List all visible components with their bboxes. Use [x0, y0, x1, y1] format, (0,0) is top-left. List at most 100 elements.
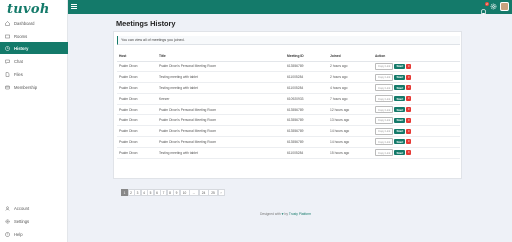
user-avatar[interactable]: [500, 2, 509, 11]
column-header-joined: Joined: [328, 52, 373, 62]
account-icon: [5, 206, 10, 211]
title-cell: Psalm Dixon's Personal Meeting Room: [157, 104, 285, 116]
info-alert: You can view all of meetings you joined.: [117, 36, 460, 45]
start-button[interactable]: Start: [394, 107, 406, 113]
page-button[interactable]: ›: [217, 189, 225, 196]
sidebar-item-membership[interactable]: Membership: [0, 81, 68, 93]
pagination: 1 2 3 4 5 6 7 8 9 10... 24 25 ›: [121, 189, 225, 196]
home-icon: [5, 20, 10, 26]
sidebar-item-chat[interactable]: Chat: [0, 55, 68, 67]
action-cell: Copy Link Start ×: [373, 93, 460, 105]
page-button[interactable]: 24: [198, 189, 209, 196]
copy-link-button[interactable]: Copy Link: [375, 62, 394, 70]
delete-button[interactable]: ×: [406, 74, 412, 80]
action-cell: Copy Link Start ×: [373, 136, 460, 148]
footer-prefix: Designed with: [260, 212, 281, 216]
title-cell: Psalm Dixon's Personal Meeting Room: [157, 136, 285, 148]
sidebar-item-label: Chat: [14, 58, 23, 64]
action-cell: Copy Link Start ×: [373, 147, 460, 159]
title-cell: Psalm Dixon's Personal Meeting Room: [157, 114, 285, 127]
notification-count-badge: 2: [485, 1, 489, 6]
page-button: ...: [189, 189, 199, 196]
delete-button[interactable]: ×: [406, 150, 412, 156]
start-button[interactable]: Start: [394, 96, 406, 102]
column-header-title: Title: [157, 52, 285, 62]
page-title: Meetings History: [116, 19, 176, 28]
settings-icon[interactable]: [490, 3, 497, 10]
host-cell: Psalm Dixon: [117, 61, 157, 73]
table-row: Psalm Dixon Psalm Dixon's Personal Meetin…: [117, 136, 460, 148]
page-button[interactable]: 10: [179, 189, 190, 196]
table-row: Psalm Dixon Testing meeting with tablet 61…: [117, 147, 460, 159]
meeting-id-cell: 613556789: [285, 125, 328, 138]
heart-icon: ♥: [281, 212, 284, 216]
meetings-table: Host Title Meeting ID Joined Action Psal…: [117, 52, 460, 159]
joined-cell: 4 hours ago: [328, 82, 373, 94]
sidebar-item-label: Files: [14, 71, 23, 77]
start-button[interactable]: Start: [394, 85, 406, 91]
title-cell: Psalm Dixon's Personal Meeting Room: [157, 125, 285, 138]
start-button[interactable]: Start: [394, 117, 406, 123]
table-row: Psalm Dixon Psalm Dixon's Personal Meetin…: [117, 114, 460, 127]
sidebar-item-account[interactable]: Account: [0, 202, 68, 214]
sidebar-item-history[interactable]: History: [0, 42, 68, 54]
start-button[interactable]: Start: [394, 63, 406, 69]
copy-link-button[interactable]: Copy Link: [375, 95, 394, 103]
sidebar-item-help[interactable]: ? Help: [0, 228, 68, 240]
joined-cell: 14 hours ago: [328, 125, 373, 138]
meeting-id-cell: 611005284: [285, 71, 328, 84]
membership-icon: [5, 85, 10, 89]
host-cell: Psalm Dixon: [117, 71, 157, 84]
action-cell: Copy Link Start ×: [373, 71, 460, 84]
copy-link-button[interactable]: Copy Link: [375, 149, 394, 157]
app-logo[interactable]: tuvoh: [7, 2, 50, 17]
start-button[interactable]: Start: [394, 139, 406, 145]
delete-button[interactable]: ×: [406, 63, 412, 69]
notification-bell-icon[interactable]: 2: [480, 1, 489, 14]
delete-button[interactable]: ×: [406, 117, 412, 123]
delete-button[interactable]: ×: [406, 139, 412, 145]
sidebar-item-label: Settings: [14, 218, 30, 224]
files-icon: [5, 71, 10, 77]
host-cell: Psalm Dixon: [117, 93, 157, 105]
copy-link-button[interactable]: Copy Link: [375, 116, 394, 124]
footer-brand-link[interactable]: Trusty Platform: [289, 212, 311, 216]
copy-link-button[interactable]: Copy Link: [375, 73, 394, 81]
page-button[interactable]: 25: [208, 189, 218, 196]
host-cell: Psalm Dixon: [117, 114, 157, 127]
start-button[interactable]: Start: [394, 150, 406, 156]
sidebar-item-rooms[interactable]: Rooms: [0, 30, 68, 42]
joined-cell: 2 hours ago: [328, 71, 373, 84]
host-cell: Psalm Dixon: [117, 147, 157, 159]
sidebar-item-settings[interactable]: Settings: [0, 215, 68, 227]
joined-cell: 7 hours ago: [328, 93, 373, 105]
top-bar-actions: 2: [480, 1, 509, 14]
sidebar-item-files[interactable]: Files: [0, 68, 68, 80]
copy-link-button[interactable]: Copy Link: [375, 84, 394, 92]
delete-button[interactable]: ×: [406, 128, 412, 134]
sidebar-item-dashboard[interactable]: Dashboard: [0, 17, 68, 29]
delete-button[interactable]: ×: [406, 85, 412, 91]
help-icon: ?: [5, 231, 10, 237]
table-row: Psalm Dixon Psalm Dixon's Personal Meetin…: [117, 104, 460, 116]
start-button[interactable]: Start: [394, 128, 406, 134]
sidebar-item-label: Account: [14, 205, 30, 211]
table-row: Psalm Dixon Testing meeting with tablet 61…: [117, 71, 460, 84]
meeting-id-cell: 613556789: [285, 114, 328, 127]
table-row: Psalm Dixon Psalm Dixon's Personal Meetin…: [117, 125, 460, 138]
title-cell: Psalm Dixon's Personal Meeting Room: [157, 61, 285, 73]
delete-button[interactable]: ×: [406, 107, 412, 113]
sidebar: tuvoh Dashboard Rooms History Chat Files…: [0, 0, 68, 242]
delete-button[interactable]: ×: [406, 96, 412, 102]
host-cell: Psalm Dixon: [117, 82, 157, 94]
table-header-row: Host Title Meeting ID Joined Action: [117, 52, 460, 62]
copy-link-button[interactable]: Copy Link: [375, 127, 394, 135]
copy-link-button[interactable]: Copy Link: [375, 106, 394, 114]
copy-link-button[interactable]: Copy Link: [375, 138, 394, 146]
table-row: Psalm Dixon Keezer 610920933 7 hours ago Cop…: [117, 93, 460, 105]
start-button[interactable]: Start: [394, 74, 406, 80]
meeting-id-cell: 613556789: [285, 104, 328, 116]
title-cell: Testing meeting with tablet: [157, 147, 285, 159]
menu-icon[interactable]: [71, 4, 77, 9]
meeting-id-cell: 613556789: [285, 136, 328, 148]
